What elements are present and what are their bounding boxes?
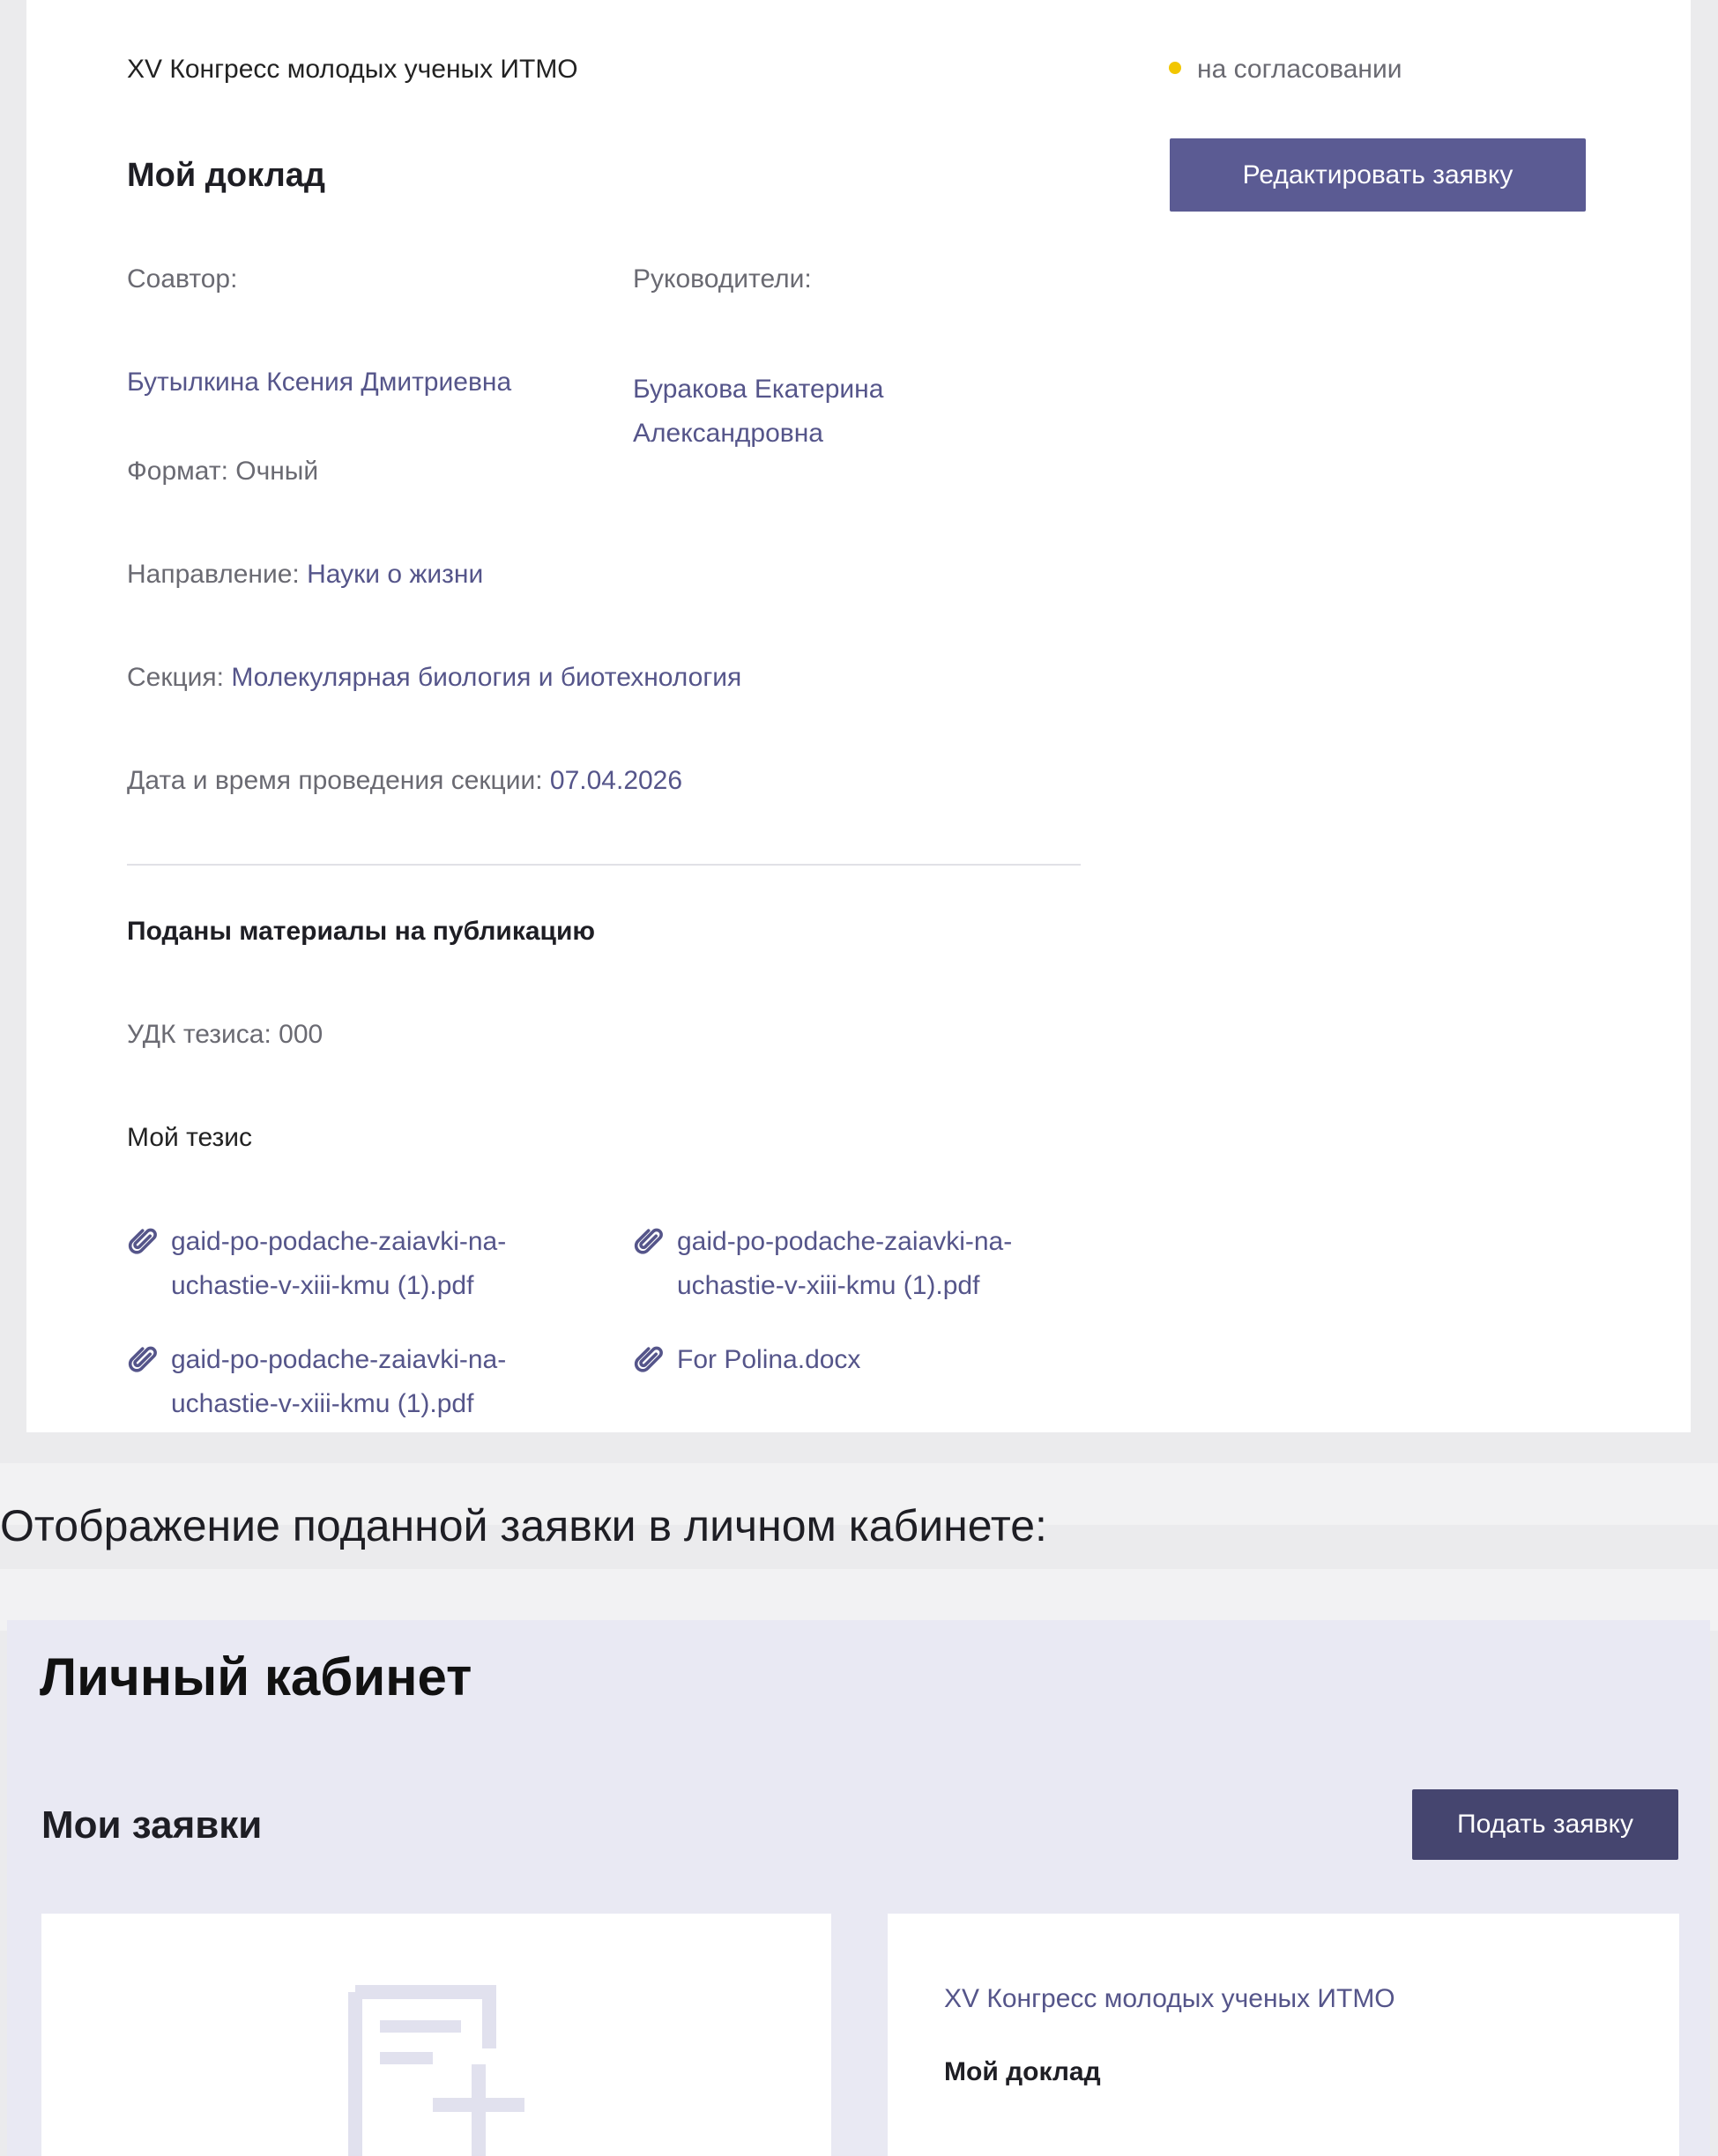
page-title: Личный кабинет bbox=[40, 1647, 472, 1706]
thesis-title: Мой тезис bbox=[127, 1123, 253, 1152]
udk-row: УДК тезиса: 000 bbox=[127, 1020, 323, 1050]
file-name: gaid-po-podache-zaiavki-na-uchastie-v-xi… bbox=[171, 1345, 507, 1418]
report-title: Мой доклад bbox=[127, 157, 325, 194]
attached-file-link[interactable]: gaid-po-podache-zaiavki-na-uchastie-v-xi… bbox=[127, 1220, 550, 1308]
direction-row: Направление: Науки о жизни bbox=[127, 560, 483, 590]
format-row: Формат: Очный bbox=[127, 457, 318, 487]
status-dot-icon bbox=[1169, 62, 1181, 75]
paperclip-icon bbox=[128, 1346, 157, 1372]
file-name: For Polina.docx bbox=[677, 1345, 861, 1374]
attached-file-link[interactable]: gaid-po-podache-zaiavki-na-uchastie-v-xi… bbox=[127, 1338, 550, 1426]
add-document-icon bbox=[348, 1985, 524, 2156]
direction-label: Направление: bbox=[127, 560, 300, 589]
request-details-card: XV Конгресс молодых ученых ИТМО на согла… bbox=[26, 0, 1691, 1432]
udk-label: УДК тезиса: bbox=[127, 1020, 271, 1049]
new-application-card[interactable] bbox=[41, 1914, 831, 2156]
datetime-label: Дата и время проведения секции: bbox=[127, 766, 543, 795]
personal-cabinet-panel: Личный кабинет Мои заявки Подать заявку … bbox=[7, 1620, 1710, 2156]
attached-file-link[interactable]: gaid-po-podache-zaiavki-na-uchastie-v-xi… bbox=[633, 1220, 1056, 1308]
file-name: gaid-po-podache-zaiavki-na-uchastie-v-xi… bbox=[677, 1227, 1013, 1300]
direction-value: Науки о жизни bbox=[307, 560, 484, 589]
divider bbox=[127, 864, 1081, 866]
section-label: Секция: bbox=[127, 663, 224, 692]
udk-value: 000 bbox=[279, 1020, 324, 1049]
edit-application-button[interactable]: Редактировать заявку bbox=[1170, 138, 1586, 212]
section-value: Молекулярная биология и биотехнология bbox=[231, 663, 742, 692]
application-title: Мой доклад bbox=[944, 2057, 1101, 2086]
coauthor-name: Бутылкина Ксения Дмитриевна bbox=[127, 368, 512, 397]
format-label: Формат: bbox=[127, 457, 228, 486]
supervisors-label: Руководители: bbox=[633, 264, 812, 294]
paperclip-icon bbox=[634, 1346, 663, 1372]
materials-title: Поданы материалы на публикацию bbox=[127, 917, 596, 946]
applications-heading: Мои заявки bbox=[41, 1803, 263, 1847]
paperclip-icon bbox=[128, 1228, 157, 1254]
submit-application-button[interactable]: Подать заявку bbox=[1412, 1789, 1678, 1860]
conference-name: XV Конгресс молодых ученых ИТМО bbox=[127, 55, 578, 84]
application-card[interactable]: XV Конгресс молодых ученых ИТМО Мой докл… bbox=[888, 1914, 1679, 2156]
attached-file-link[interactable]: For Polina.docx bbox=[633, 1338, 1056, 1382]
supervisor-name: Буракова Екатерина Александровна bbox=[633, 375, 884, 448]
application-conference: XV Конгресс молодых ученых ИТМО bbox=[944, 1984, 1395, 2013]
caption-text: Отображение поданной заявки в личном каб… bbox=[0, 1501, 1047, 1550]
section-datetime-row: Дата и время проведения секции: 07.04.20… bbox=[127, 766, 682, 796]
format-value: Очный bbox=[235, 457, 319, 486]
status-badge: на согласовании bbox=[1169, 55, 1402, 85]
file-name: gaid-po-podache-zaiavki-na-uchastie-v-xi… bbox=[171, 1227, 507, 1300]
datetime-value: 07.04.2026 bbox=[549, 766, 683, 795]
status-text: на согласовании bbox=[1197, 55, 1402, 84]
paperclip-icon bbox=[634, 1228, 663, 1254]
section-row: Секция: Молекулярная биология и биотехно… bbox=[127, 663, 741, 693]
coauthor-label: Соавтор: bbox=[127, 264, 238, 294]
